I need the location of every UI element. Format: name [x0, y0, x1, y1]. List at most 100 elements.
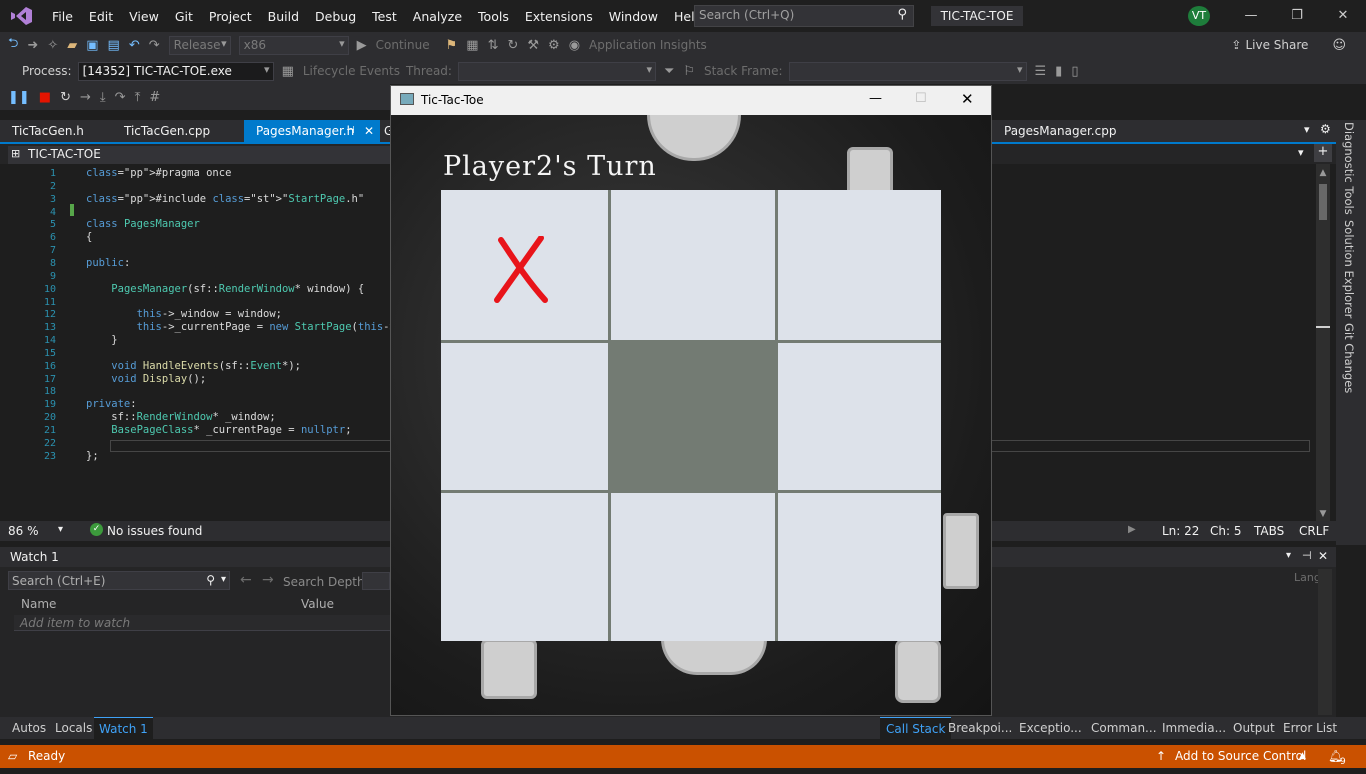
align-icon[interactable]: ☰: [1035, 64, 1047, 79]
menu-project[interactable]: Project: [201, 9, 260, 24]
browser-icon[interactable]: ▦: [466, 38, 478, 53]
menu-build[interactable]: Build: [260, 9, 307, 24]
menu-edit[interactable]: Edit: [81, 9, 121, 24]
tab-watch-1[interactable]: Watch 1: [94, 717, 153, 739]
game-canvas[interactable]: Player2's Turn: [391, 115, 991, 715]
indent-mode[interactable]: TABS: [1254, 524, 1284, 538]
minimize-icon[interactable]: —: [1228, 0, 1274, 32]
tab-exceptions[interactable]: Exceptio...: [1019, 717, 1082, 739]
tab-call-stack[interactable]: Call Stack: [880, 717, 952, 739]
lifecycle-events-button[interactable]: Lifecycle Events: [303, 64, 400, 78]
forward-icon[interactable]: ➜: [27, 38, 38, 53]
restore-icon[interactable]: ❐: [1274, 0, 1320, 32]
git-changes-tab[interactable]: Git Changes: [1342, 323, 1356, 393]
tools-icon[interactable]: ⚒: [527, 38, 539, 53]
step-over-icon[interactable]: ↷: [115, 90, 126, 105]
stop-icon[interactable]: ■: [39, 90, 51, 105]
step-icon[interactable]: ⇅: [488, 38, 499, 53]
diagnostic-tools-tab[interactable]: Diagnostic Tools: [1342, 122, 1356, 215]
code-line[interactable]: };: [86, 450, 99, 462]
search-previous-icon[interactable]: ←: [240, 572, 252, 588]
panel-pin-icon[interactable]: ⊣: [1302, 549, 1312, 562]
pin-icon[interactable]: ⊣: [346, 120, 355, 142]
back-icon[interactable]: ⮌: [8, 34, 18, 56]
tab-locals[interactable]: Locals: [55, 717, 92, 739]
tab-settings-icon[interactable]: ⚙: [1320, 122, 1331, 136]
game-title-bar[interactable]: Tic-Tac-Toe — ☐ ✕: [391, 86, 991, 115]
code-line[interactable]: BasePageClass* _currentPage = nullptr;: [86, 424, 351, 436]
new-project-icon[interactable]: ✧: [47, 38, 58, 53]
nav-dropdown-icon[interactable]: ▾: [1298, 146, 1304, 159]
menu-debug[interactable]: Debug: [307, 9, 364, 24]
tab-command[interactable]: Comman...: [1091, 717, 1157, 739]
board-cell[interactable]: [778, 190, 941, 340]
wrench-icon[interactable]: ⚙: [548, 38, 560, 53]
redo-icon[interactable]: ↷: [149, 38, 160, 53]
attach-icon[interactable]: ⚑: [446, 38, 458, 53]
menu-analyze[interactable]: Analyze: [405, 9, 470, 24]
avatar[interactable]: VT: [1188, 6, 1210, 26]
tab-tictacgen-cpp[interactable]: TicTacGen.cpp: [112, 120, 242, 142]
code-line[interactable]: this->_currentPage = new StartPage(this-…: [86, 321, 403, 333]
board-cell[interactable]: [778, 493, 941, 641]
add-watch-row[interactable]: Add item to watch: [14, 615, 390, 631]
board-cell[interactable]: [441, 343, 608, 490]
step-out-icon[interactable]: ⤒: [135, 90, 141, 105]
watch-scrollbar[interactable]: [1318, 569, 1332, 715]
code-line[interactable]: this->_window = window;: [86, 308, 282, 320]
zoom-level[interactable]: 86 %: [8, 524, 39, 538]
undo-icon[interactable]: ↶: [129, 38, 140, 53]
board-cell[interactable]: [611, 190, 775, 340]
hex-icon[interactable]: #: [149, 90, 160, 105]
menu-extensions[interactable]: Extensions: [517, 9, 601, 24]
issues-status[interactable]: No issues found: [107, 524, 202, 538]
bookmark-next-icon[interactable]: ▯: [1071, 64, 1078, 79]
tab-pagesmanager-cpp[interactable]: PagesManager.cpp: [992, 120, 1132, 142]
step-into-icon[interactable]: ⤓: [100, 90, 106, 105]
add-to-source-control-button[interactable]: Add to Source Control: [1175, 745, 1306, 768]
live-share-button[interactable]: Live Share: [1245, 38, 1308, 52]
tab-autos[interactable]: Autos: [12, 717, 46, 739]
continue-button[interactable]: Continue: [376, 38, 430, 52]
code-line[interactable]: sf::RenderWindow* _window;: [86, 411, 275, 423]
code-line[interactable]: PagesManager(sf::RenderWindow* window) {: [86, 283, 364, 295]
thread-dropdown[interactable]: [457, 61, 656, 81]
menu-test[interactable]: Test: [364, 9, 405, 24]
tab-close-icon[interactable]: ✕: [364, 120, 374, 142]
save-all-icon[interactable]: ▤: [108, 38, 120, 53]
scope-dropdown[interactable]: ⊞ TIC-TAC-TOE: [8, 146, 390, 164]
board-cell[interactable]: [441, 190, 608, 340]
scroll-down-icon[interactable]: ▼: [1316, 509, 1330, 519]
board-cell[interactable]: [611, 343, 775, 490]
close-icon[interactable]: ✕: [1320, 0, 1366, 32]
code-line[interactable]: class PagesManager: [86, 218, 200, 230]
filter-icon[interactable]: ⏷: [664, 64, 674, 79]
source-control-dropdown-icon[interactable]: ▲: [1299, 745, 1306, 768]
code-line[interactable]: class="pp">#include class="st">"StartPag…: [86, 193, 364, 205]
search-box[interactable]: Search (Ctrl+Q) ⚲: [694, 5, 914, 27]
tab-tictacgen-h[interactable]: TicTacGen.h: [0, 120, 112, 142]
game-maximize-icon[interactable]: ☐: [915, 91, 927, 106]
panel-menu-icon[interactable]: ▾: [1286, 550, 1291, 561]
search-next-icon[interactable]: →: [262, 572, 274, 588]
show-next-statement-icon[interactable]: →: [80, 90, 91, 105]
code-line[interactable]: void Display();: [86, 373, 206, 385]
process-dropdown[interactable]: [14352] TIC-TAC-TOE.exe: [77, 61, 274, 81]
bookmark-icon[interactable]: ▮: [1055, 64, 1062, 79]
code-line[interactable]: private:: [86, 398, 137, 410]
tab-overflow-icon[interactable]: ▾: [1304, 123, 1310, 136]
code-line[interactable]: class="pp">#pragma once: [86, 167, 231, 179]
stack-frame-dropdown[interactable]: [788, 61, 1027, 81]
restart-icon[interactable]: ↻: [60, 90, 71, 105]
name-column[interactable]: Name: [21, 597, 56, 611]
tab-pagesmanager-h[interactable]: PagesManager.h ⊣ ✕: [244, 120, 380, 142]
tab-output[interactable]: Output: [1233, 717, 1275, 739]
menu-git[interactable]: Git: [167, 9, 201, 24]
tab-breakpoints[interactable]: Breakpoi...: [948, 717, 1012, 739]
hot-reload-icon[interactable]: ↻: [507, 38, 518, 53]
game-close-icon[interactable]: ✕: [961, 90, 974, 108]
code-line[interactable]: {: [86, 231, 92, 243]
game-minimize-icon[interactable]: —: [869, 91, 882, 106]
code-line[interactable]: void HandleEvents(sf::Event*);: [86, 360, 301, 372]
search-icon[interactable]: ⚲: [206, 573, 215, 587]
